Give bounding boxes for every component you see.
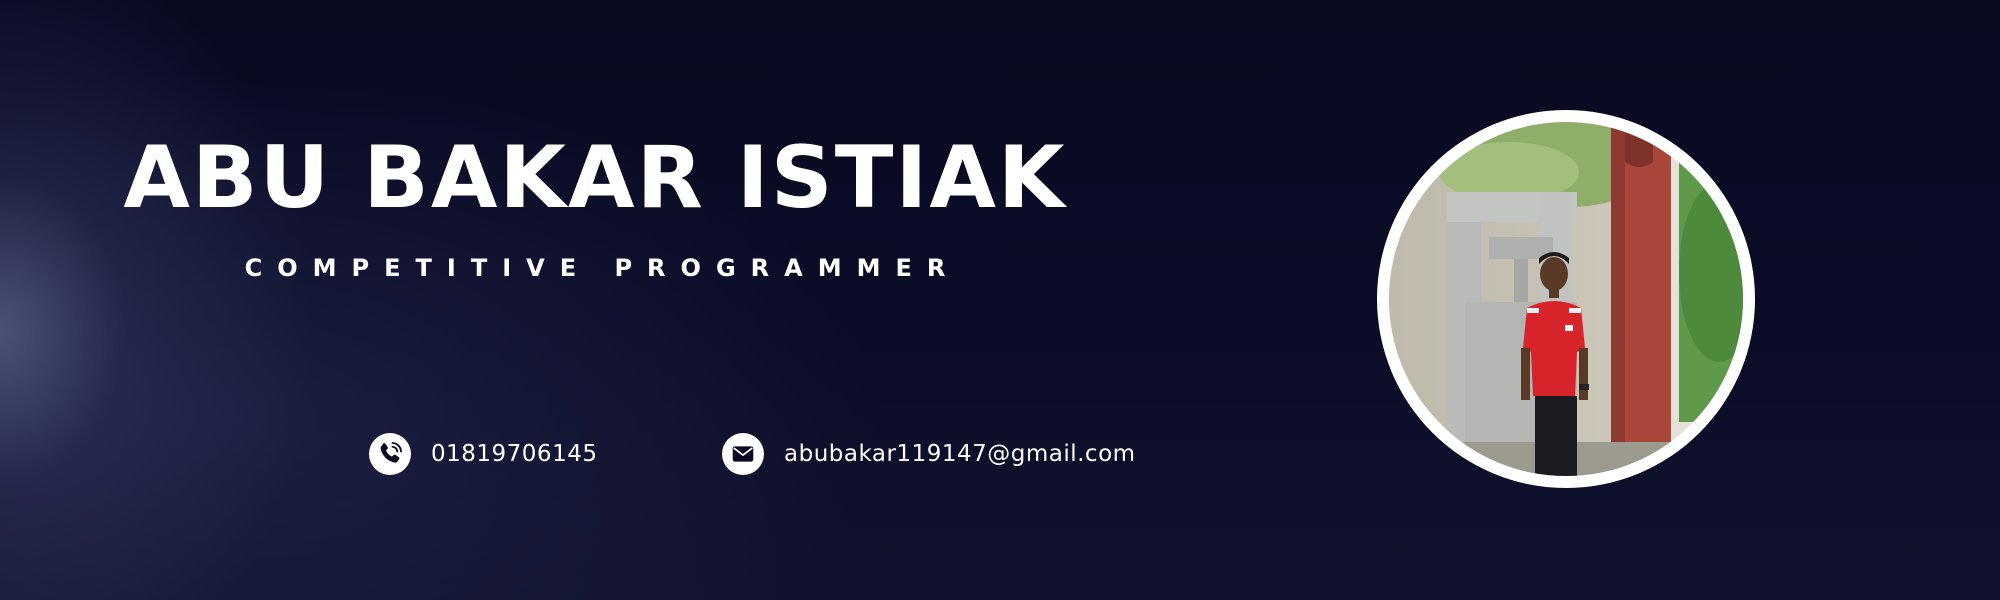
email-address[interactable]: abubakar119147@gmail.com xyxy=(784,441,1136,467)
phone-contact: 01819706145 xyxy=(369,433,597,475)
profile-name: ABU BAKAR ISTIAK xyxy=(123,128,1067,228)
profile-banner: ABU BAKAR ISTIAK COMPETITIVE PROGRAMMER … xyxy=(0,0,2000,600)
profile-photo xyxy=(1389,122,1743,476)
email-contact: abubakar119147@gmail.com xyxy=(722,433,1136,475)
phone-icon xyxy=(369,433,411,475)
phone-number[interactable]: 01819706145 xyxy=(431,441,597,467)
mail-icon xyxy=(722,433,764,475)
profile-photo-ring xyxy=(1377,110,1755,488)
profile-role: COMPETITIVE PROGRAMMER xyxy=(244,254,961,282)
